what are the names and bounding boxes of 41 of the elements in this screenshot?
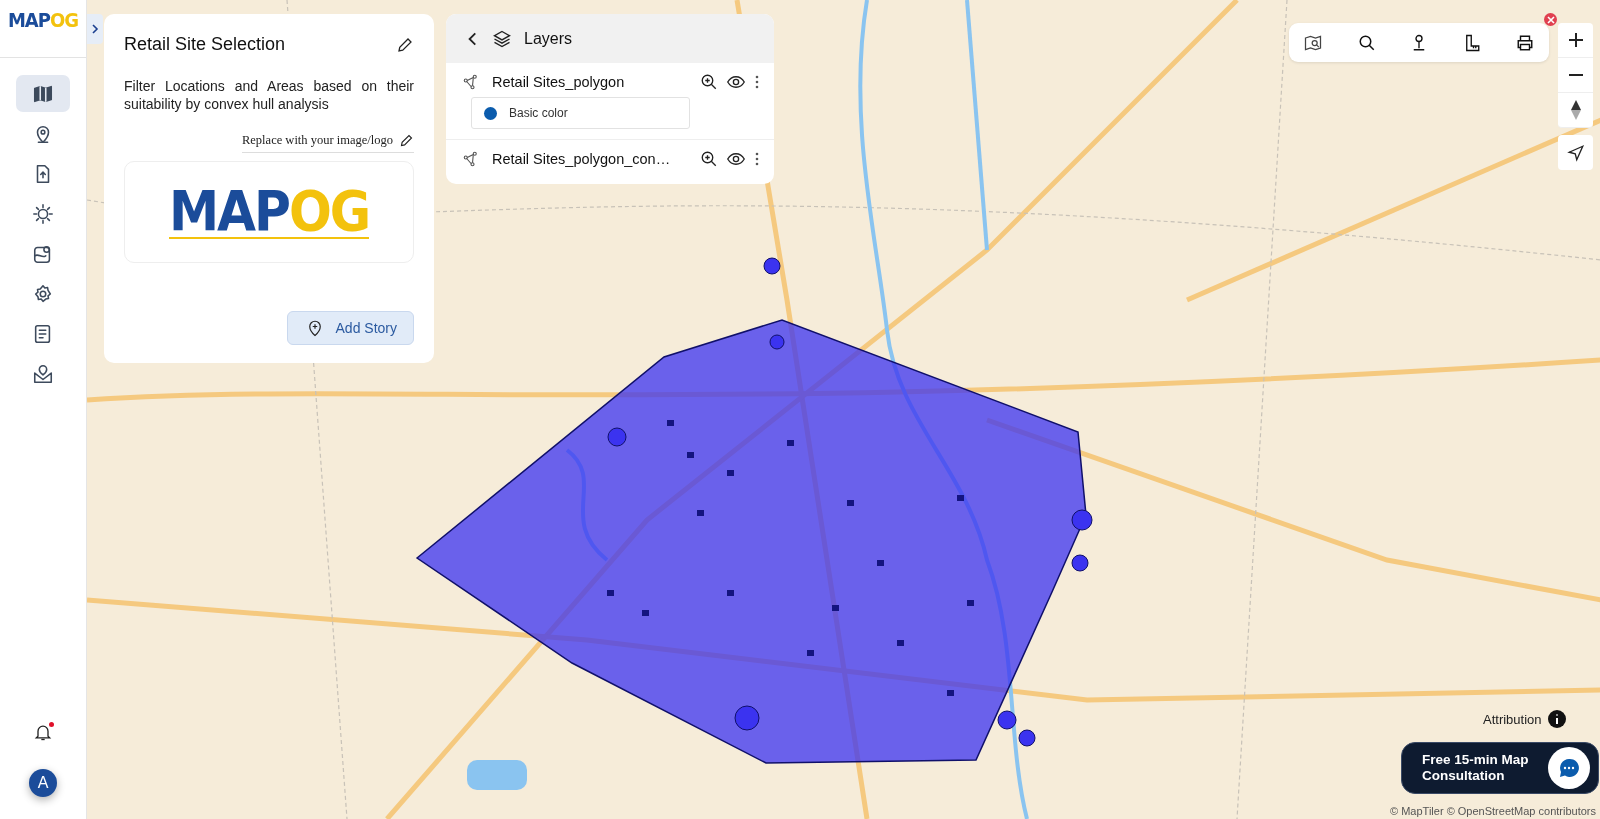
zoom-in-button[interactable] — [1558, 23, 1593, 58]
zoom-out-button[interactable] — [1558, 58, 1593, 93]
compass-icon — [1569, 99, 1582, 121]
layer-name[interactable]: Retail Sites_polygon — [492, 74, 688, 90]
zoom-in-icon[interactable] — [700, 73, 718, 91]
layer-style-field[interactable]: Basic color — [471, 97, 690, 129]
polygon-icon — [462, 73, 480, 91]
locate-button[interactable] — [1558, 135, 1593, 170]
mapog-logo: MAPOG — [168, 185, 370, 239]
eye-icon[interactable] — [726, 73, 746, 91]
expand-panel-button[interactable] — [87, 14, 103, 44]
layer-name[interactable]: Retail Sites_polygon_con… — [492, 151, 688, 167]
sidebar-item[interactable] — [16, 75, 70, 112]
more-icon[interactable] — [754, 151, 760, 167]
mapog-logo[interactable]: MAPOG — [0, 0, 86, 58]
minus-icon — [1567, 74, 1584, 76]
compass-button[interactable] — [1558, 93, 1593, 128]
story-description: Filter Locations and Areas based on their suitability by convex hull analysis — [124, 77, 414, 113]
polygon-icon — [462, 150, 480, 168]
eye-icon[interactable] — [726, 150, 746, 168]
attribution-label[interactable]: Attribution — [1483, 711, 1542, 727]
plus-icon — [1567, 32, 1584, 48]
more-icon[interactable] — [754, 74, 760, 90]
edit-icon[interactable] — [399, 133, 414, 148]
user-avatar[interactable]: A — [29, 769, 57, 797]
zoom-in-icon[interactable] — [700, 150, 718, 168]
location-envelope-icon — [32, 362, 54, 385]
print-icon[interactable] — [1515, 33, 1535, 52]
settings-icon — [32, 282, 54, 305]
layers-icon — [492, 28, 512, 49]
replace-logo-label[interactable]: Replace with your image/logo — [242, 133, 393, 148]
search-icon[interactable] — [1357, 33, 1376, 52]
chevron-right-icon — [90, 23, 100, 35]
consultation-button[interactable]: Free 15-min Map Consultation — [1401, 742, 1599, 794]
chat-icon — [1548, 747, 1590, 789]
navigation-arrow-icon — [1566, 143, 1585, 162]
layers-title: Layers — [524, 29, 573, 48]
story-title: Retail Site Selection — [124, 34, 286, 55]
info-icon[interactable] — [1547, 710, 1566, 728]
add-story-button[interactable]: Add Story — [286, 311, 414, 345]
map-attribution-text: © MapTiler © OpenStreetMap contributors — [1390, 805, 1596, 817]
